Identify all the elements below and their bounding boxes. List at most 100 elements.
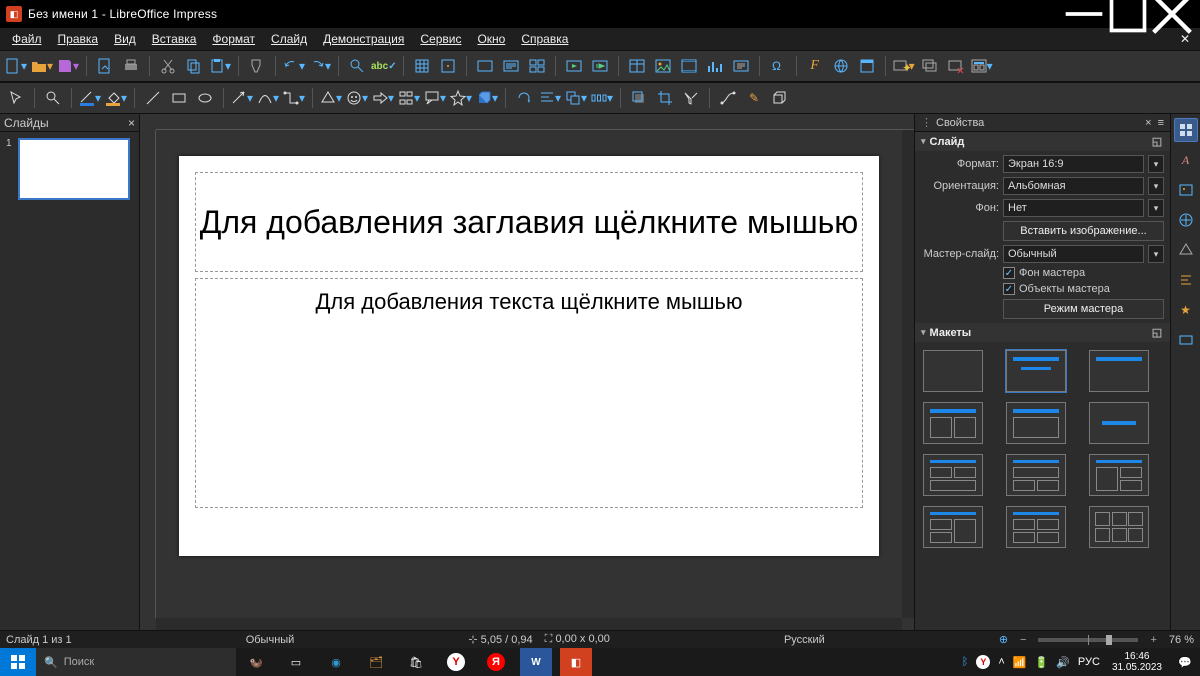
menu-slide[interactable]: Слайд	[263, 30, 315, 48]
chevron-up-icon[interactable]: ˄	[998, 656, 1004, 668]
menu-tools[interactable]: Сервис	[412, 30, 469, 48]
format-select[interactable]: Экран 16:9	[1003, 155, 1144, 173]
tab-navigator[interactable]	[1174, 208, 1198, 232]
menu-view[interactable]: Вид	[106, 30, 144, 48]
master-obj-checkbox[interactable]: ✓	[1003, 283, 1015, 295]
layout-2x2b[interactable]	[1006, 454, 1066, 496]
shadow-button[interactable]	[627, 86, 651, 110]
bluetooth-icon[interactable]: ᛒ	[962, 656, 969, 668]
layout-4a[interactable]	[923, 506, 983, 548]
zoom-tool[interactable]	[41, 86, 65, 110]
curve-button[interactable]: ▾	[256, 86, 280, 110]
tab-masters[interactable]	[1174, 328, 1198, 352]
save-button[interactable]: ▾	[56, 54, 80, 78]
chevron-down-icon[interactable]: ▾	[1148, 155, 1164, 173]
start-button[interactable]	[0, 648, 36, 676]
impress-button[interactable]: ◧	[560, 648, 592, 676]
paste-button[interactable]: ▾	[208, 54, 232, 78]
close-doc-icon[interactable]: ✕	[1174, 32, 1196, 46]
menu-file[interactable]: Файл	[4, 30, 50, 48]
find-button[interactable]	[345, 54, 369, 78]
menu-format[interactable]: Формат	[204, 30, 263, 48]
yandex-button[interactable]: Y	[436, 648, 476, 676]
insert-image-button[interactable]: Вставить изображение...	[1003, 221, 1164, 241]
new-slide-button[interactable]: ✦▾	[892, 54, 916, 78]
tab-animation[interactable]: ★	[1174, 298, 1198, 322]
menu-insert[interactable]: Вставка	[144, 30, 205, 48]
master-bg-checkbox[interactable]: ✓	[1003, 267, 1015, 279]
explorer-button[interactable]: 🗂	[356, 648, 396, 676]
points-button[interactable]	[716, 86, 740, 110]
layout-two-content[interactable]	[923, 402, 983, 444]
crop-button[interactable]	[653, 86, 677, 110]
master-mode-button[interactable]: Режим мастера	[1003, 299, 1164, 319]
menu-window[interactable]: Окно	[469, 30, 513, 48]
menu-edit[interactable]: Правка	[50, 30, 107, 48]
clone-format-button[interactable]	[245, 54, 269, 78]
chevron-down-icon[interactable]: ▾	[1148, 199, 1164, 217]
undo-button[interactable]: ▾	[282, 54, 306, 78]
minimize-button[interactable]	[1062, 0, 1106, 28]
rotate-button[interactable]	[512, 86, 536, 110]
view-sorter-button[interactable]	[525, 54, 549, 78]
section-slide-header[interactable]: ▾Слайд◱	[915, 132, 1170, 151]
export-pdf-button[interactable]	[93, 54, 117, 78]
menu-icon[interactable]: ≡	[1158, 117, 1164, 129]
ellipse-button[interactable]	[193, 86, 217, 110]
fill-color-button[interactable]: ▾	[104, 86, 128, 110]
popout-icon[interactable]: ◱	[1150, 326, 1164, 339]
layout-2x2a[interactable]	[923, 454, 983, 496]
select-tool[interactable]	[4, 86, 28, 110]
symbol-shapes-button[interactable]: ▾	[345, 86, 369, 110]
maximize-button[interactable]	[1106, 0, 1150, 28]
title-placeholder[interactable]: Для добавления заглавия щёлкните мышью	[195, 172, 863, 272]
extrusion-button[interactable]	[768, 86, 792, 110]
layout-centered[interactable]	[1089, 402, 1149, 444]
distribute-button[interactable]: ▾	[590, 86, 614, 110]
grid-button[interactable]	[410, 54, 434, 78]
close-icon[interactable]: ×	[1145, 117, 1151, 129]
copy-button[interactable]	[182, 54, 206, 78]
del-slide-button[interactable]	[944, 54, 968, 78]
content-placeholder[interactable]: Для добавления текста щёлкните мышью	[195, 278, 863, 508]
battery-icon[interactable]: 🔋	[1035, 656, 1049, 669]
tab-styles[interactable]: A	[1174, 148, 1198, 172]
volume-icon[interactable]: 🔊	[1056, 656, 1070, 669]
word-button[interactable]: W	[520, 648, 552, 676]
horizontal-ruler[interactable]	[156, 114, 914, 130]
snap-button[interactable]	[436, 54, 460, 78]
insert-hyperlink-button[interactable]	[829, 54, 853, 78]
layout-title-content[interactable]	[1006, 350, 1066, 392]
wifi-icon[interactable]: 📶	[1013, 656, 1027, 669]
yandex-red-button[interactable]: Я	[487, 653, 505, 671]
insert-chart-button[interactable]	[703, 54, 727, 78]
tab-gallery[interactable]	[1174, 178, 1198, 202]
dup-slide-button[interactable]	[918, 54, 942, 78]
taskbar-clock[interactable]: 16:4631.05.2023	[1108, 651, 1166, 673]
section-layouts-header[interactable]: ▾Макеты◱	[915, 323, 1170, 342]
keyboard-lang[interactable]: РУС	[1078, 656, 1100, 668]
vertical-scrollbar[interactable]	[902, 130, 914, 618]
app-icon[interactable]: 🦦	[236, 648, 276, 676]
fit-page-icon[interactable]: ⊕	[999, 633, 1008, 646]
task-view-button[interactable]: ▭	[276, 648, 316, 676]
vertical-ruler[interactable]	[140, 130, 156, 618]
layout-4b[interactable]	[1006, 506, 1066, 548]
slide-layout-button[interactable]: ▾	[970, 54, 994, 78]
insert-image-button[interactable]	[651, 54, 675, 78]
stars-button[interactable]: ▾	[449, 86, 473, 110]
yandex-tray-icon[interactable]: Y	[976, 655, 990, 669]
slide-canvas[interactable]: Для добавления заглавия щёлкните мышью Д…	[179, 156, 879, 556]
close-button[interactable]	[1150, 0, 1194, 28]
view-outline-button[interactable]	[499, 54, 523, 78]
arrange-button[interactable]: ▾	[564, 86, 588, 110]
close-icon[interactable]: ×	[128, 116, 135, 130]
chevron-down-icon[interactable]: ▾	[1148, 245, 1164, 263]
taskbar-search[interactable]: 🔍Поиск	[36, 648, 236, 676]
menu-help[interactable]: Справка	[513, 30, 576, 48]
block-arrows-button[interactable]: ▾	[371, 86, 395, 110]
redo-button[interactable]: ▾	[308, 54, 332, 78]
start-first-button[interactable]	[588, 54, 612, 78]
layout-title-only[interactable]	[1089, 350, 1149, 392]
orientation-select[interactable]: Альбомная	[1003, 177, 1144, 195]
